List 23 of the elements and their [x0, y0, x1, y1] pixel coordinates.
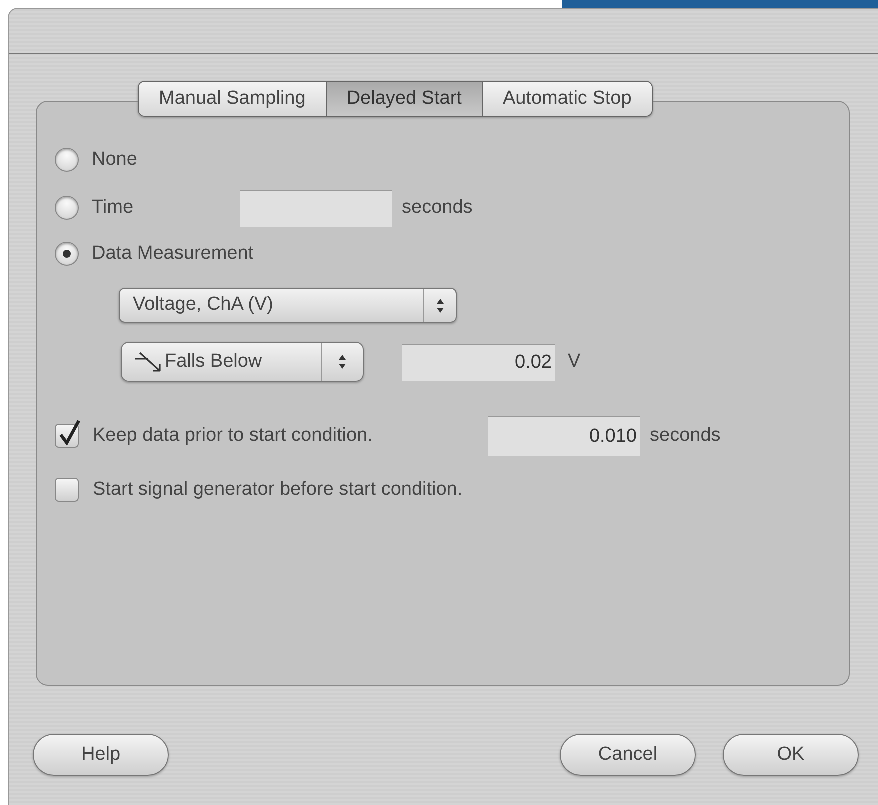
checkbox[interactable] — [55, 478, 79, 502]
option-label: None — [92, 148, 138, 172]
unit-label: V — [568, 350, 581, 374]
dialog-button[interactable]: Cancel — [560, 734, 696, 776]
unit-label: seconds — [402, 196, 473, 220]
threshold-field[interactable]: 0.02 — [402, 344, 555, 380]
dialog-button[interactable]: Help — [33, 734, 169, 776]
unit-label: seconds — [650, 424, 721, 448]
tab[interactable]: Delayed Start — [326, 82, 482, 116]
tab[interactable]: Automatic Stop — [482, 82, 652, 116]
tab[interactable]: Manual Sampling — [139, 82, 326, 116]
stepper-arrows-icon — [436, 298, 444, 314]
checkbox-label: Start signal generator before start condition. — [93, 478, 463, 502]
option-label: Time — [92, 196, 135, 220]
condition-dropdown[interactable]: Falls Below — [121, 342, 364, 382]
checkbox-label: Keep data prior to start condition. — [93, 424, 374, 448]
duration-field[interactable]: 0.010 — [488, 416, 640, 456]
input-field[interactable] — [240, 190, 392, 226]
falling-line-icon — [134, 351, 162, 373]
stepper-arrows-icon — [338, 354, 347, 370]
channel-dropdown[interactable]: Voltage, ChA (V) — [119, 288, 457, 323]
option-label: Data Measurement — [92, 242, 254, 266]
dialog-button[interactable]: OK — [723, 734, 859, 776]
